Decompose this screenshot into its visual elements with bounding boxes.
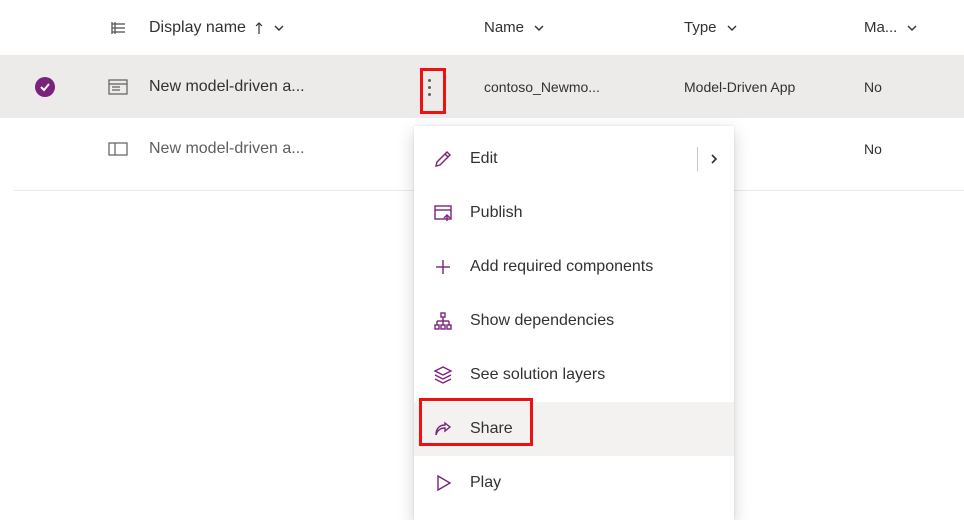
app-classic-icon	[108, 79, 128, 95]
row-select[interactable]	[0, 77, 90, 97]
column-header-display-name[interactable]: Display name	[145, 19, 400, 37]
cell-managed: No	[860, 79, 964, 95]
menu-item-label: See solution layers	[470, 366, 605, 384]
row-type-icon	[90, 79, 145, 95]
chevron-right-icon	[708, 152, 720, 166]
table-row[interactable]: New model-driven a... contoso_Newmo... M…	[0, 56, 964, 118]
hierarchy-icon	[432, 310, 454, 332]
cell-type: Model-Driven App	[680, 79, 860, 95]
chevron-down-icon	[272, 21, 286, 35]
column-icon-header[interactable]	[90, 19, 145, 37]
selected-check-icon	[35, 77, 55, 97]
menu-item-see-solution-layers[interactable]: See solution layers	[414, 348, 734, 402]
sort-asc-icon	[254, 21, 264, 35]
column-header-type[interactable]: Type	[680, 19, 860, 36]
menu-item-publish[interactable]: Publish	[414, 186, 734, 240]
menu-item-label: Share	[470, 420, 513, 438]
menu-item-add-required-components[interactable]: Add required components	[414, 240, 734, 294]
chevron-down-icon	[532, 21, 546, 35]
menu-item-label: Edit	[470, 150, 498, 168]
menu-item-show-dependencies[interactable]: Show dependencies	[414, 294, 734, 348]
play-icon	[432, 472, 454, 494]
list-settings-icon	[109, 19, 127, 37]
column-header-label: Type	[684, 19, 717, 36]
share-icon	[432, 418, 454, 440]
cell-display-name[interactable]: New model-driven a...	[145, 78, 400, 96]
column-header-managed[interactable]: Ma...	[860, 19, 964, 36]
menu-item-label: Add required components	[470, 258, 653, 276]
column-header-label: Name	[484, 19, 524, 36]
header-row: Display name Name Type Ma...	[0, 0, 964, 56]
chevron-down-icon	[725, 21, 739, 35]
cell-display-name[interactable]: New model-driven a...	[145, 140, 400, 158]
publish-icon	[432, 202, 454, 224]
layers-icon	[432, 364, 454, 386]
cell-name: contoso_Newmo...	[480, 79, 680, 95]
menu-item-label: Publish	[470, 204, 522, 222]
plus-icon	[432, 256, 454, 278]
row-actions-button[interactable]	[420, 79, 438, 96]
pencil-icon	[432, 148, 454, 170]
divider	[697, 147, 698, 171]
menu-item-play[interactable]: Play	[414, 456, 734, 510]
column-header-label: Display name	[149, 19, 246, 37]
context-menu: Edit Publish Add required components Sho…	[414, 126, 734, 520]
menu-item-label: Show dependencies	[470, 312, 614, 330]
column-header-label: Ma...	[864, 19, 897, 36]
column-header-name[interactable]: Name	[480, 19, 680, 36]
menu-item-edit[interactable]: Edit	[414, 132, 734, 186]
menu-item-label: Play	[470, 474, 501, 492]
cell-managed: No	[860, 141, 964, 157]
row-type-icon	[90, 142, 145, 156]
submenu-indicator[interactable]	[697, 147, 720, 171]
app-modern-icon	[108, 142, 128, 156]
menu-item-share[interactable]: Share	[414, 402, 734, 456]
chevron-down-icon	[905, 21, 919, 35]
